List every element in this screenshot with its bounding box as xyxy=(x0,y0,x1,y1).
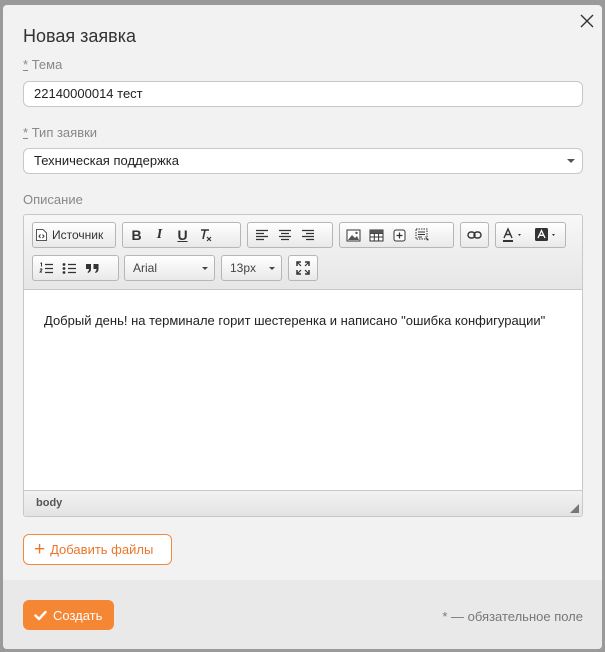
create-button[interactable]: Создать xyxy=(23,600,114,630)
plus-box-icon xyxy=(393,229,406,242)
close-icon[interactable] xyxy=(578,12,596,30)
type-label: * Тип заявки xyxy=(23,125,97,140)
insert-group xyxy=(339,222,454,248)
plus-icon: + xyxy=(34,539,46,560)
resize-handle-icon[interactable] xyxy=(570,504,579,513)
maximize-icon xyxy=(295,261,310,275)
text-color-button[interactable] xyxy=(498,224,531,246)
link-icon xyxy=(467,230,482,240)
link-group xyxy=(460,222,489,248)
align-left-icon xyxy=(255,229,269,241)
color-group xyxy=(495,222,566,248)
font-size-select[interactable]: 13px xyxy=(221,255,282,281)
required-mark: * xyxy=(23,57,29,72)
select-all-button[interactable] xyxy=(411,224,434,246)
type-select[interactable]: Техническая поддержка xyxy=(23,148,583,174)
underline-icon: U xyxy=(177,227,188,243)
table-icon xyxy=(369,229,384,242)
insert-link-button[interactable] xyxy=(463,224,486,246)
maximize-button[interactable] xyxy=(291,257,314,279)
new-ticket-modal: Новая заявка * Тема 22140000014 тест * Т… xyxy=(3,5,602,649)
numbered-list-icon xyxy=(39,261,54,275)
format-group: B I U xyxy=(122,222,241,248)
description-label: Описание xyxy=(23,192,83,207)
add-files-label: Добавить файлы xyxy=(50,542,154,557)
select-all-icon xyxy=(415,228,430,242)
insert-image-button[interactable] xyxy=(342,224,365,246)
insert-special-button[interactable] xyxy=(388,224,411,246)
font-family-select[interactable]: Arial xyxy=(124,255,215,281)
text-color-icon xyxy=(501,227,527,243)
maximize-group xyxy=(288,255,318,281)
background-color-button[interactable] xyxy=(531,224,564,246)
blockquote-button[interactable] xyxy=(81,257,104,279)
underline-button[interactable]: U xyxy=(171,224,194,246)
align-right-icon xyxy=(301,229,315,241)
image-icon xyxy=(346,229,361,242)
align-center-button[interactable] xyxy=(273,224,296,246)
source-label: Источник xyxy=(52,228,104,242)
remove-format-button[interactable] xyxy=(194,224,217,246)
subject-label: * Тема xyxy=(23,57,62,72)
add-files-button[interactable]: + Добавить файлы xyxy=(23,534,172,565)
subject-input[interactable]: 22140000014 тест xyxy=(23,81,583,107)
source-button[interactable]: Источник xyxy=(32,222,116,248)
editor-status-bar: body xyxy=(24,490,582,516)
italic-button[interactable]: I xyxy=(148,224,171,246)
required-mark: * xyxy=(23,125,29,140)
bulleted-list-button[interactable] xyxy=(58,257,81,279)
source-icon xyxy=(35,228,48,242)
align-center-icon xyxy=(278,229,292,241)
align-group xyxy=(247,222,333,248)
align-right-button[interactable] xyxy=(296,224,319,246)
italic-icon: I xyxy=(156,227,163,242)
create-label: Создать xyxy=(53,607,103,623)
remove-format-icon xyxy=(198,227,214,243)
rich-text-editor: Источник B I U Arial 13px Добрый день! н… xyxy=(23,214,583,517)
list-group xyxy=(32,255,119,281)
subject-label-text: Тема xyxy=(31,57,63,72)
background-color-icon xyxy=(534,227,560,243)
editor-toolbar: Источник B I U Arial 13px xyxy=(24,215,582,290)
modal-title: Новая заявка xyxy=(23,26,136,46)
element-path[interactable]: body xyxy=(36,497,62,509)
check-icon xyxy=(34,610,47,621)
insert-table-button[interactable] xyxy=(365,224,388,246)
bold-button[interactable]: B xyxy=(125,224,148,246)
align-left-button[interactable] xyxy=(250,224,273,246)
numbered-list-button[interactable] xyxy=(35,257,58,279)
editor-content[interactable]: Добрый день! на терминале горит шестерен… xyxy=(24,291,582,491)
required-note: * — обязательное поле xyxy=(442,609,583,624)
bulleted-list-icon xyxy=(62,262,77,275)
modal-footer: Создать * — обязательное поле xyxy=(3,580,602,649)
quote-icon xyxy=(85,263,100,274)
bold-icon: B xyxy=(131,227,142,243)
type-label-text: Тип заявки xyxy=(31,125,98,140)
